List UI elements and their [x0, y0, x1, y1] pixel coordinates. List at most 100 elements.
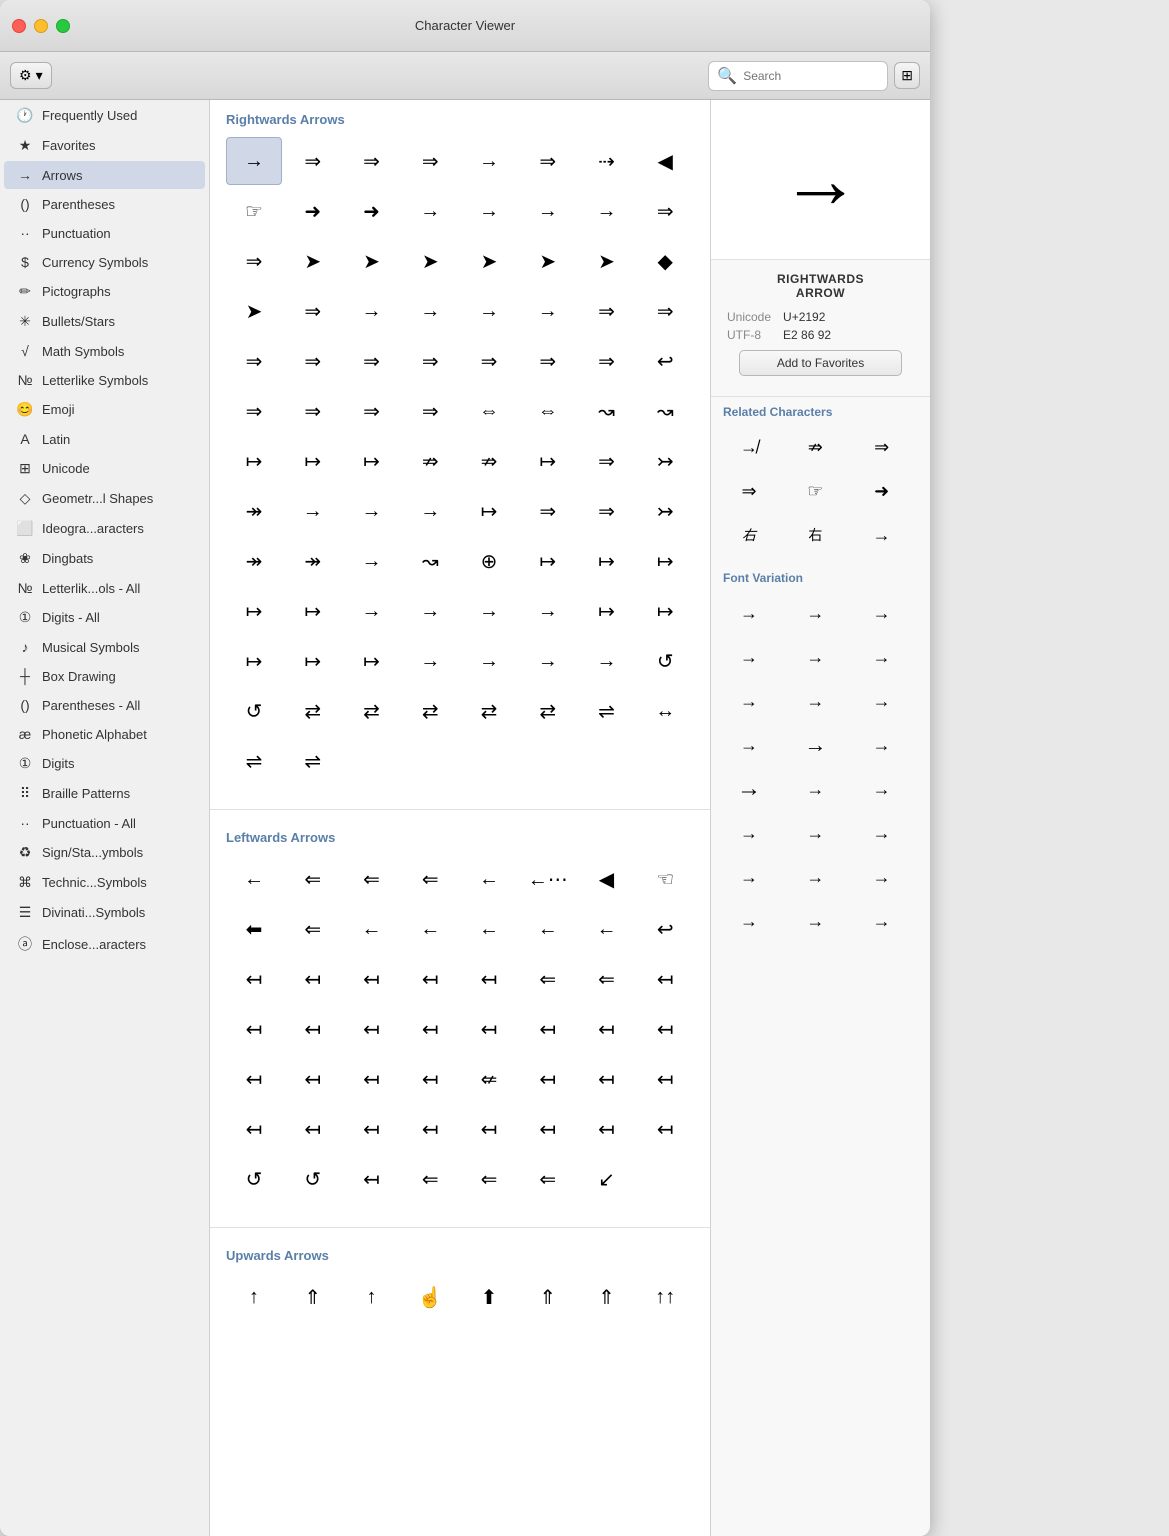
font-cell[interactable]: →: [856, 637, 908, 677]
font-cell[interactable]: →: [789, 769, 841, 809]
char-cell[interactable]: ↦: [226, 637, 282, 685]
char-cell[interactable]: →: [402, 637, 458, 685]
char-cell[interactable]: ↺: [637, 637, 693, 685]
char-cell[interactable]: ↠: [226, 537, 282, 585]
char-cell[interactable]: ⇔: [461, 387, 517, 435]
sidebar-item-favorites[interactable]: ★ Favorites: [4, 131, 205, 160]
char-cell[interactable]: ⇒: [579, 437, 635, 485]
char-cell[interactable]: ↤: [402, 1055, 458, 1103]
font-cell[interactable]: →: [789, 813, 841, 853]
char-cell[interactable]: ⇐: [402, 855, 458, 903]
font-cell[interactable]: →: [723, 813, 775, 853]
char-cell[interactable]: →: [520, 587, 576, 635]
sidebar-item-arrows[interactable]: → Arrows: [4, 161, 205, 189]
font-cell[interactable]: →: [723, 593, 775, 633]
char-cell[interactable]: ⇄: [285, 687, 341, 735]
char-cell[interactable]: ↝: [579, 387, 635, 435]
char-cell[interactable]: ↤: [285, 1055, 341, 1103]
char-cell[interactable]: ↑: [226, 1273, 282, 1321]
related-cell[interactable]: 右: [723, 515, 775, 555]
char-cell[interactable]: →: [520, 187, 576, 235]
char-cell[interactable]: ⇄: [520, 687, 576, 735]
char-cell[interactable]: ↤: [520, 1055, 576, 1103]
char-cell[interactable]: ↤: [461, 1005, 517, 1053]
char-cell[interactable]: ←: [579, 905, 635, 953]
font-cell[interactable]: →: [856, 681, 908, 721]
related-cell[interactable]: ☞: [789, 471, 841, 511]
char-cell[interactable]: ↤: [226, 955, 282, 1003]
sidebar-item-ideographic[interactable]: ⬜ Ideogra...aracters: [4, 514, 205, 543]
char-cell[interactable]: ↦: [579, 537, 635, 585]
sidebar-item-math[interactable]: √ Math Symbols: [4, 337, 205, 365]
sidebar-item-bullets[interactable]: ✳ Bullets/Stars: [4, 307, 205, 336]
char-cell[interactable]: ↑↑: [637, 1273, 693, 1321]
char-cell[interactable]: ↦: [461, 487, 517, 535]
char-cell[interactable]: ↤: [226, 1055, 282, 1103]
char-cell[interactable]: ↦: [285, 637, 341, 685]
sidebar-item-musical[interactable]: ♪ Musical Symbols: [4, 633, 205, 661]
font-cell[interactable]: →: [856, 857, 908, 897]
char-cell[interactable]: ↺: [285, 1155, 341, 1203]
char-cell[interactable]: ⬆: [461, 1273, 517, 1321]
sidebar-item-digits[interactable]: ① Digits: [4, 749, 205, 778]
char-cell[interactable]: →: [285, 487, 341, 535]
char-cell[interactable]: →: [226, 137, 282, 185]
font-cell[interactable]: →: [723, 769, 775, 809]
char-cell[interactable]: ↤: [285, 955, 341, 1003]
char-cell[interactable]: ➜: [344, 187, 400, 235]
char-cell[interactable]: ↦: [226, 437, 282, 485]
char-cell[interactable]: →: [520, 287, 576, 335]
char-cell[interactable]: ⇄: [402, 687, 458, 735]
char-cell[interactable]: ⇒: [285, 287, 341, 335]
char-cell[interactable]: ⇄: [344, 687, 400, 735]
char-cell[interactable]: ⇐: [402, 1155, 458, 1203]
font-cell[interactable]: →: [789, 857, 841, 897]
font-cell[interactable]: →: [723, 637, 775, 677]
char-cell[interactable]: ➤: [344, 237, 400, 285]
char-cell[interactable]: ⇏: [402, 437, 458, 485]
char-cell[interactable]: ⬅: [226, 905, 282, 953]
char-cell[interactable]: ⇄: [461, 687, 517, 735]
sidebar-item-phonetic[interactable]: æ Phonetic Alphabet: [4, 720, 205, 748]
char-cell[interactable]: ⇒: [402, 337, 458, 385]
char-cell[interactable]: ↤: [344, 1155, 400, 1203]
char-cell[interactable]: →: [520, 637, 576, 685]
char-cell[interactable]: ➤: [579, 237, 635, 285]
font-cell[interactable]: →: [789, 725, 841, 765]
sidebar-item-box[interactable]: ┼ Box Drawing: [4, 662, 205, 690]
char-cell[interactable]: ↦: [226, 587, 282, 635]
char-cell[interactable]: ➜: [285, 187, 341, 235]
char-cell[interactable]: ➤: [226, 287, 282, 335]
char-cell[interactable]: →: [344, 587, 400, 635]
char-cell[interactable]: ⇌: [285, 737, 341, 785]
char-cell[interactable]: ↤: [285, 1005, 341, 1053]
related-cell[interactable]: ⇒: [723, 471, 775, 511]
char-cell[interactable]: ←⋯: [520, 855, 576, 903]
char-cell[interactable]: ↤: [402, 1005, 458, 1053]
char-cell[interactable]: ↤: [637, 1005, 693, 1053]
char-cell[interactable]: ↤: [402, 955, 458, 1003]
char-cell[interactable]: ↦: [520, 437, 576, 485]
char-cell[interactable]: ↠: [285, 537, 341, 585]
char-cell[interactable]: ↩: [637, 905, 693, 953]
related-cell[interactable]: →: [856, 515, 908, 555]
char-cell[interactable]: ➤: [402, 237, 458, 285]
char-cell[interactable]: ⇐: [344, 855, 400, 903]
char-cell[interactable]: ↦: [285, 437, 341, 485]
char-cell[interactable]: ⇐: [285, 855, 341, 903]
char-cell[interactable]: ⇒: [402, 137, 458, 185]
related-cell[interactable]: ➜: [856, 471, 908, 511]
sidebar-item-braille[interactable]: ⠿ Braille Patterns: [4, 779, 205, 808]
char-cell[interactable]: ↤: [520, 1105, 576, 1153]
char-cell[interactable]: ⊕: [461, 537, 517, 585]
char-cell[interactable]: ↤: [402, 1105, 458, 1153]
char-cell[interactable]: ↤: [344, 1055, 400, 1103]
char-cell[interactable]: ⇒: [344, 387, 400, 435]
font-cell[interactable]: →: [856, 593, 908, 633]
char-cell[interactable]: ⇒: [344, 337, 400, 385]
sidebar-item-letterlike[interactable]: № Letterlike Symbols: [4, 366, 205, 394]
char-cell[interactable]: ⇒: [285, 137, 341, 185]
char-cell[interactable]: ⇒: [226, 237, 282, 285]
char-cell[interactable]: ←: [461, 905, 517, 953]
char-cell[interactable]: ⇒: [344, 137, 400, 185]
